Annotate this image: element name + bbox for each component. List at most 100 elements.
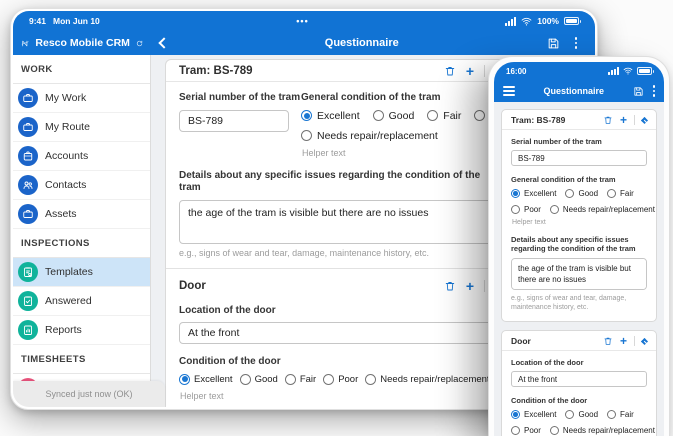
radio-icon: [565, 409, 575, 419]
radio-option[interactable]: Good: [372, 110, 414, 122]
sidebar-item-assets[interactable]: Assets: [13, 200, 150, 229]
sidebar-item-contacts[interactable]: Contacts: [13, 171, 150, 200]
field-label-condition: General condition of the tram: [511, 175, 616, 185]
serial-input[interactable]: [179, 109, 289, 132]
app-name: Resco Mobile CRM: [35, 37, 130, 49]
sidebar-item-my-work[interactable]: My Work: [13, 84, 150, 113]
sidebar-item-label: Reports: [45, 324, 82, 336]
radio-option[interactable]: Fair: [284, 373, 316, 385]
sync-status-bar: Synced just now (OK): [13, 381, 165, 407]
radio-group-condition-row2: Needs repair/replacement: [301, 130, 501, 142]
radio-option[interactable]: Fair: [607, 188, 634, 198]
radio-icon: [511, 425, 520, 435]
sync-status-text: Synced just now (OK): [45, 389, 133, 399]
radio-option[interactable]: Excellent: [511, 188, 556, 198]
sidebar-item-templates[interactable]: Templates: [13, 258, 150, 287]
radio-option[interactable]: Poor: [511, 425, 541, 435]
radio-option[interactable]: Good: [239, 373, 278, 385]
helper-text: Helper text: [302, 147, 346, 158]
radio-icon: [301, 130, 312, 141]
door-section-title: Door: [511, 335, 531, 346]
door-location-input[interactable]: [179, 322, 501, 344]
radio-option[interactable]: Poor: [511, 204, 541, 214]
radio-selected-icon: [301, 110, 312, 121]
radio-icon: [323, 373, 335, 385]
kebab-menu-icon[interactable]: [652, 85, 655, 97]
tablet-status-bar: 9:41 Mon Jun 10 ••• 100%: [13, 11, 595, 31]
hamburger-menu-icon[interactable]: [503, 85, 515, 97]
trash-icon[interactable]: [603, 115, 613, 125]
people-icon: [18, 175, 38, 195]
sidebar: WORK My Work My Route Accounts Contacts: [13, 55, 151, 407]
page-title: Questionnaire: [543, 86, 604, 96]
battery-icon: [564, 17, 581, 25]
plus-icon[interactable]: +: [620, 114, 627, 126]
sidebar-item-my-route[interactable]: My Route: [13, 113, 150, 142]
field-label-condition: General condition of the tram: [301, 92, 441, 103]
icon-separator: [634, 114, 635, 125]
radio-icon: [511, 204, 520, 214]
plus-icon[interactable]: +: [466, 64, 474, 78]
radio-selected-icon: [511, 409, 520, 419]
kebab-menu-icon[interactable]: [574, 37, 577, 49]
group-header-door: Door +: [179, 279, 503, 293]
details-textarea[interactable]: the age of the tram is visible but there…: [511, 257, 647, 290]
radio-icon: [549, 204, 559, 214]
trash-icon[interactable]: [444, 280, 456, 292]
door-card: Door + Location of the door Condition of…: [501, 330, 657, 436]
radio-option[interactable]: Poor: [323, 373, 358, 385]
radio-option[interactable]: Needs repair/replacement: [301, 130, 438, 142]
door-location-input[interactable]: [511, 371, 647, 388]
questionnaire-card: Tram: BS-789 + Serial number of the tram…: [501, 109, 657, 323]
radio-option[interactable]: Fair: [607, 409, 634, 419]
field-label-door-condition: Condition of the door: [511, 396, 588, 406]
radio-group-condition-row2: Poor Needs repair/replacement: [511, 204, 655, 214]
radio-group-door-condition-row2: Poor Needs repair/replacement: [511, 425, 655, 435]
collapse-chevron-icon[interactable]: [640, 338, 649, 346]
signal-icon: [505, 16, 517, 26]
radio-group-condition: Excellent Good Fair Poor: [301, 110, 513, 122]
save-icon[interactable]: [547, 37, 560, 50]
clock-date: Mon Jun 10: [53, 16, 100, 26]
save-icon[interactable]: [633, 86, 644, 97]
clipboard-gear-icon: [18, 262, 38, 282]
radio-selected-icon: [179, 373, 190, 385]
sidebar-item-reports[interactable]: Reports: [13, 316, 150, 345]
briefcase-icon: [18, 204, 38, 224]
radio-option[interactable]: Excellent: [301, 110, 360, 122]
back-button[interactable]: [151, 37, 177, 49]
wifi-icon: [521, 17, 532, 25]
sidebar-item-answered[interactable]: Answered: [13, 287, 150, 316]
plus-icon[interactable]: +: [466, 279, 474, 293]
clock-time: 16:00: [506, 66, 527, 76]
trash-icon[interactable]: [603, 336, 613, 346]
sidebar-item-accounts[interactable]: Accounts: [13, 142, 150, 171]
plus-icon[interactable]: +: [620, 335, 627, 347]
radio-selected-icon: [511, 188, 520, 198]
radio-icon: [607, 188, 617, 198]
radio-option[interactable]: Good: [565, 188, 598, 198]
radio-option[interactable]: Good: [565, 409, 598, 419]
serial-input[interactable]: [511, 150, 647, 167]
group-header-tram: Tram: BS-789 +: [502, 110, 656, 130]
radio-icon: [284, 373, 296, 385]
group-header-tram: Tram: BS-789 +: [166, 60, 514, 82]
sync-icon[interactable]: [136, 38, 143, 49]
radio-group-door-condition: Excellent Good Fair Poor Needs repair/re…: [179, 373, 501, 385]
radio-option[interactable]: Fair: [427, 110, 461, 122]
radio-option[interactable]: Needs repair/replacement: [549, 425, 655, 435]
details-textarea[interactable]: the age of the tram is visible but there…: [179, 199, 501, 244]
collapse-chevron-icon[interactable]: [640, 116, 649, 125]
radio-option[interactable]: Needs repair/replacement: [365, 373, 490, 385]
radio-option[interactable]: Excellent: [179, 373, 233, 385]
radio-icon: [565, 188, 575, 198]
radio-option[interactable]: Needs repair/replacement: [549, 204, 655, 214]
radio-icon: [239, 373, 251, 385]
group-header-door: Door +: [502, 331, 656, 352]
trash-icon[interactable]: [444, 65, 456, 77]
radio-icon: [372, 110, 384, 121]
radio-option[interactable]: Excellent: [511, 409, 556, 419]
field-label-details: Details about any specific issues regard…: [179, 169, 481, 194]
phone-status-bar: 16:00: [494, 62, 664, 80]
questionnaire-card: Tram: BS-789 + Serial number of the tram: [165, 59, 515, 407]
